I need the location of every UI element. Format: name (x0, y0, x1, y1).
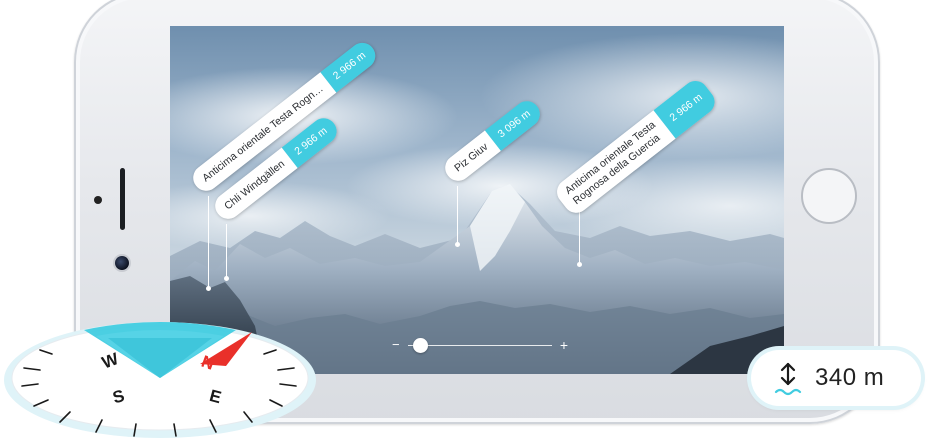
front-camera (115, 256, 129, 270)
altitude-value: 340 m (815, 364, 885, 391)
phone-speaker (120, 168, 125, 230)
peak-anchor-dot (455, 242, 460, 247)
compass-icon[interactable]: W N S E (0, 318, 320, 440)
slider-track[interactable] (408, 345, 552, 346)
peak-anchor-dot (577, 262, 582, 267)
phone-sensor (94, 196, 102, 204)
slider-plus-icon[interactable]: + (560, 338, 568, 352)
peak-leader-line (579, 206, 580, 264)
peak-anchor-dot (224, 276, 229, 281)
distance-slider[interactable]: − + (392, 338, 568, 354)
altitude-indicator[interactable]: 340 m (751, 350, 921, 406)
slider-thumb[interactable] (412, 338, 428, 353)
slider-minus-icon[interactable]: − (392, 338, 400, 352)
peak-leader-line (457, 186, 458, 244)
peak-leader-line (208, 196, 209, 288)
home-button[interactable] (801, 168, 857, 224)
altitude-arrow-icon (774, 362, 802, 396)
peak-anchor-dot (206, 286, 211, 291)
peak-leader-line (226, 224, 227, 278)
